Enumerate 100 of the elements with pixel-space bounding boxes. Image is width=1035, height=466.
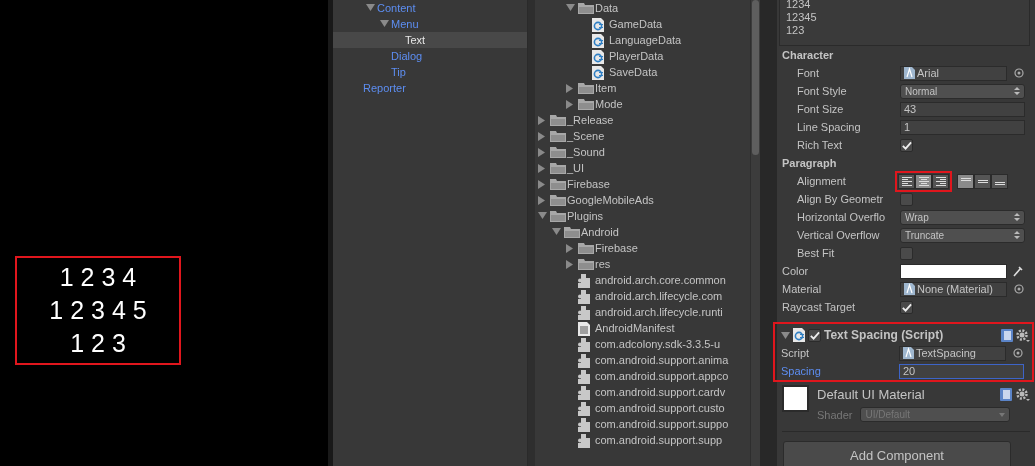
folder-label[interactable]: _UI [567,159,585,177]
object-field[interactable]: Arial [900,65,1007,81]
folder-label[interactable]: _Release [567,111,614,129]
folder-icon [550,114,566,126]
folder-label[interactable]: Item [595,79,617,97]
text-line: 123 [786,24,806,37]
folder-label[interactable]: Firebase [567,175,610,193]
folder-label[interactable]: Firebase [595,239,638,257]
object-label: Menu [391,16,419,32]
expanded-arrow-icon[interactable] [538,212,547,219]
folder-label[interactable]: GoogleMobileAds [567,191,654,209]
collapsed-arrow-icon[interactable] [538,196,545,205]
text-area[interactable]: 1234 12345 123 [779,0,1030,46]
object-field[interactable]: TextSpacing [899,345,1006,361]
object-field[interactable]: None (Material) [900,281,1007,297]
object-picker-icon[interactable] [1014,68,1024,78]
file-label[interactable]: android.arch.core.common [595,271,726,289]
file-label[interactable]: PlayerData [609,47,664,65]
tree-row[interactable]: Content [333,0,527,16]
checkbox[interactable] [808,328,821,342]
folder-icon [578,258,594,270]
game-text: 1 2 3 [70,329,126,358]
text-field[interactable]: 20 [899,363,1024,379]
eyedropper-icon[interactable] [1013,265,1023,277]
file-label[interactable]: com.android.support.custo [595,399,725,417]
file-label[interactable]: LanguageData [609,31,682,49]
tree-row[interactable]: Tip [333,64,527,80]
text-field[interactable]: 1 [900,119,1025,135]
expanded-arrow-icon[interactable] [566,4,575,11]
dropdown[interactable]: Wrap [900,209,1025,225]
collapsed-arrow-icon[interactable] [538,180,545,189]
collapsed-arrow-icon[interactable] [538,116,545,125]
folder-label[interactable]: _Scene [567,127,605,145]
file-label[interactable]: com.android.support.supp [595,431,723,449]
folder-icon [550,194,566,206]
collapsed-arrow-icon[interactable] [566,244,573,253]
file-label[interactable]: SaveData [609,63,658,81]
collapsed-arrow-icon[interactable] [538,148,545,157]
object-picker-icon[interactable] [1014,284,1024,294]
dropdown[interactable]: Normal [900,83,1025,99]
color-field[interactable] [900,263,1007,279]
checkbox[interactable] [900,138,913,152]
file-label[interactable]: android.arch.lifecycle.runti [595,303,723,321]
expanded-arrow-icon[interactable] [781,331,790,339]
tree-row[interactable]: Text [333,32,527,48]
alignment-button[interactable] [974,173,991,189]
alignment-button[interactable] [932,173,949,189]
expanded-arrow-icon[interactable] [380,20,389,27]
material-swatch[interactable] [782,385,809,412]
checkbox[interactable] [900,300,913,314]
tree-row[interactable]: Reporter [333,80,527,96]
alignment-button[interactable] [915,173,932,189]
text-field[interactable]: 43 [900,101,1025,117]
expanded-arrow-icon[interactable] [552,228,561,235]
file-label[interactable]: com.android.support.anima [595,351,729,369]
checkbox[interactable] [900,246,913,260]
file-label[interactable]: com.android.support.cardv [595,383,726,401]
game-text: 1 2 3 4 5 [49,296,147,325]
script-file-icon [592,34,604,48]
folder-label[interactable]: res [595,255,611,273]
folder-label[interactable]: Plugins [567,207,604,225]
file-label[interactable]: com.android.support.appco [595,367,729,385]
help-book-icon[interactable] [1000,388,1012,402]
collapsed-arrow-icon[interactable] [566,260,573,269]
checkbox[interactable] [900,192,913,206]
alignment-button[interactable] [898,173,915,189]
puzzle-piece-icon [578,274,590,288]
collapsed-arrow-icon[interactable] [566,84,573,93]
help-book-icon[interactable] [1001,328,1013,342]
collapsed-arrow-icon[interactable] [566,100,573,109]
puzzle-piece-icon [578,306,590,320]
folder-label[interactable]: Data [595,0,619,17]
tree-row[interactable]: Menu [333,16,527,32]
file-label[interactable]: com.android.support.suppo [595,415,729,433]
puzzle-piece-icon [578,338,590,352]
scrollbar-thumb[interactable] [752,0,759,155]
object-picker-icon[interactable] [1013,348,1023,358]
gear-icon[interactable] [1016,328,1030,342]
expanded-arrow-icon[interactable] [366,4,375,11]
file-label[interactable]: com.adcolony.sdk-3.3.5-u [595,335,721,353]
alignment-button[interactable] [991,173,1008,189]
add-component-button[interactable]: Add Component [783,441,1011,466]
material-name: Default UI Material [817,386,926,404]
gear-icon[interactable] [1016,388,1030,402]
file-label[interactable]: android.arch.lifecycle.com [595,287,723,305]
asset-icon [904,283,915,295]
file-label[interactable]: GameData [609,15,663,33]
collapsed-arrow-icon[interactable] [538,164,545,173]
collapsed-arrow-icon[interactable] [538,132,545,141]
file-label[interactable]: AndroidManifest [595,319,675,337]
folder-label[interactable]: _Sound [567,143,605,161]
folder-icon [578,242,594,254]
dropdown[interactable]: Truncate [900,227,1025,243]
folder-label[interactable]: Android [581,223,619,241]
alignment-button[interactable] [957,173,974,189]
tree-row[interactable]: Dialog [333,48,527,64]
script-file-icon [793,328,805,342]
folder-label[interactable]: Mode [595,95,623,113]
folder-icon [578,2,594,14]
updown-arrows-icon [1014,86,1020,96]
